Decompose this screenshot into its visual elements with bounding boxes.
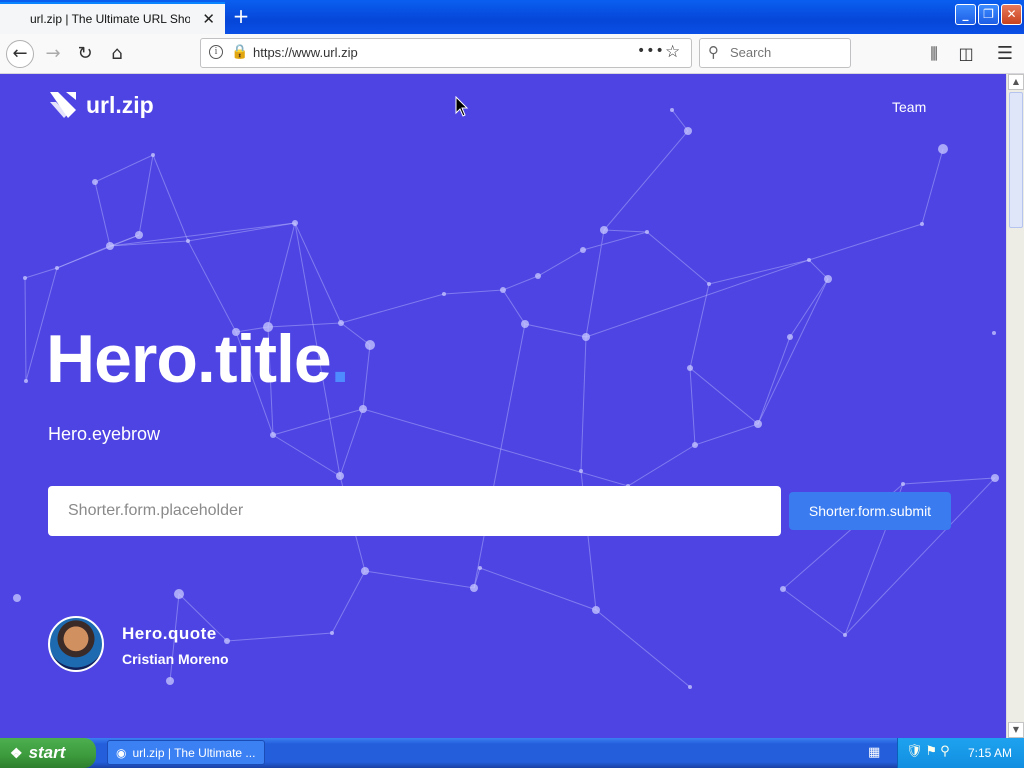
new-tab-button[interactable]: + <box>229 4 253 28</box>
sidebar-toggle-icon[interactable]: ◫ <box>952 40 980 68</box>
scroll-up-arrow-icon[interactable]: ▲ <box>1008 74 1024 90</box>
browser-tab[interactable]: url.zip | The Ultimate URL Shorten ✕ <box>0 2 225 34</box>
hero-title: Hero.title. <box>46 320 350 398</box>
hamburger-menu-icon[interactable]: ☰ <box>991 40 1019 68</box>
page-actions-icon[interactable]: ••• <box>637 43 665 59</box>
scroll-thumb[interactable] <box>1009 92 1023 228</box>
taskbar: ❖ start ◉ url.zip | The Ultimate ... ▦ 🛡… <box>0 738 1024 768</box>
bookmark-star-icon[interactable]: ☆ <box>665 42 680 62</box>
forward-button[interactable]: → <box>39 40 67 68</box>
nav-team-link[interactable]: Team <box>892 99 926 115</box>
task-label: url.zip | The Ultimate ... <box>132 745 256 760</box>
quote-author: Cristian Moreno <box>122 651 229 667</box>
tab-title: url.zip | The Ultimate URL Shorten <box>30 12 190 26</box>
firefox-icon: ◉ <box>116 745 127 760</box>
info-icon[interactable]: i <box>209 45 223 59</box>
start-label: start <box>28 743 66 762</box>
home-button[interactable]: ⌂ <box>103 40 131 68</box>
restore-button[interactable]: ❐ <box>978 4 999 25</box>
search-icon: ⚲ <box>708 43 719 61</box>
start-button[interactable]: ❖ start <box>0 738 96 768</box>
keyboard-icon[interactable]: ▦ <box>868 745 880 760</box>
insecure-lock-icon[interactable]: 🔒 <box>231 44 248 60</box>
search-box[interactable]: ⚲ <box>699 38 851 68</box>
hero-section: url.zip Team Hero.title. Hero.eyebrow Sh… <box>0 74 1006 738</box>
hero-title-text: Hero.title <box>46 321 332 397</box>
taskbar-firefox-item[interactable]: ◉ url.zip | The Ultimate ... <box>107 740 265 765</box>
shorten-submit-button[interactable]: Shorter.form.submit <box>789 492 951 530</box>
logo-mark-icon <box>50 92 76 118</box>
tab-strip: url.zip | The Ultimate URL Shorten ✕ + _… <box>0 0 1024 34</box>
author-avatar <box>48 616 104 672</box>
minimize-button[interactable]: _ <box>955 4 976 25</box>
reload-button[interactable]: ↻ <box>71 40 99 68</box>
close-tab-icon[interactable]: ✕ <box>202 10 215 28</box>
close-window-button[interactable]: ✕ <box>1001 4 1022 25</box>
scroll-down-arrow-icon[interactable]: ▼ <box>1008 722 1024 738</box>
tray-icons[interactable]: 🛡⚑⚲ <box>906 744 953 759</box>
hero-title-dot: . <box>330 321 350 397</box>
hero-quote: Hero.quote <box>122 624 217 643</box>
url-shorten-input[interactable] <box>48 486 781 536</box>
url-text[interactable]: https://www.url.zip <box>253 45 358 60</box>
clock[interactable]: 7:15 AM <box>968 746 1012 760</box>
address-bar[interactable]: i 🔒 https://www.url.zip ••• ☆ <box>200 38 692 68</box>
nav-toolbar: ← → ↻ ⌂ i 🔒 https://www.url.zip ••• ☆ ⚲ … <box>0 34 1024 74</box>
mouse-cursor-icon <box>455 96 469 117</box>
system-tray: 🛡⚑⚲ 7:15 AM <box>897 738 1024 768</box>
brand-name: url.zip <box>86 91 154 118</box>
search-input[interactable] <box>730 45 840 60</box>
hero-eyebrow: Hero.eyebrow <box>48 424 161 444</box>
windows-flag-icon: ❖ <box>10 744 23 761</box>
site-logo[interactable]: url.zip <box>48 90 154 120</box>
page-scrollbar[interactable]: ▲ ▼ <box>1006 74 1024 738</box>
back-button[interactable]: ← <box>6 40 34 68</box>
library-icon[interactable]: ⫼ <box>920 40 948 68</box>
